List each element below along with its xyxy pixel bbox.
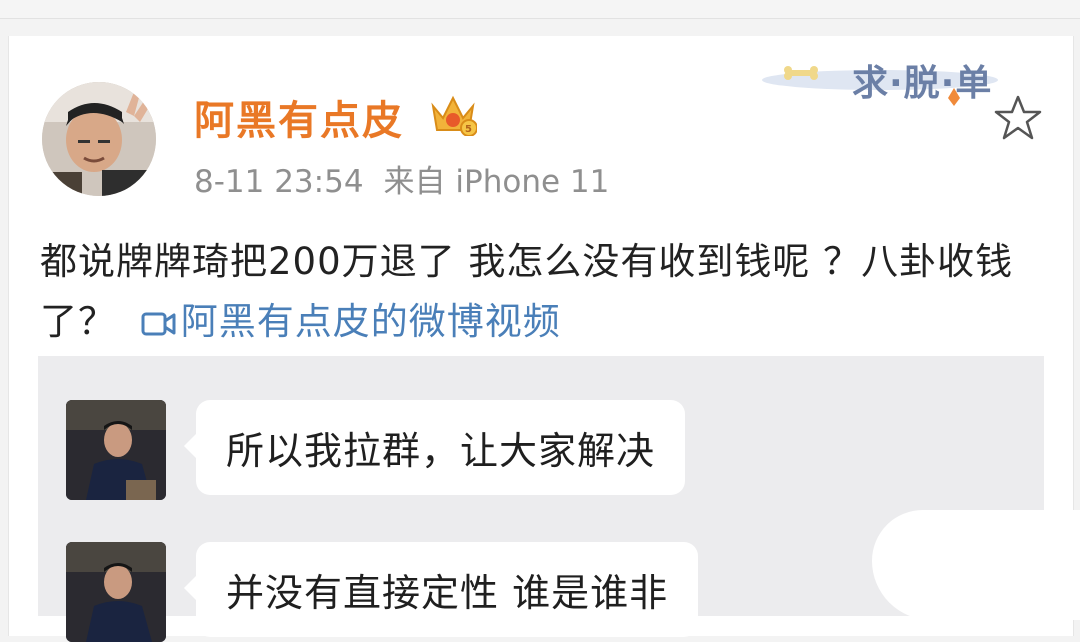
username[interactable]: 阿黑有点皮 [194,88,404,146]
chat-bubble: 所以我拉群，让大家解决 [183,400,686,495]
chat-message: 并没有直接定性 谁是谁非 [226,571,669,615]
top-bar [0,0,1080,19]
video-camera-icon [141,296,177,356]
video-link-label: 阿黑有点皮的微博视频 [180,300,561,343]
post-source: 来自 iPhone 11 [383,164,610,200]
post-body: 都说牌牌琦把200万退了 我怎么没有收到钱呢 ？八卦收钱了？ 阿黑有点皮的微博视… [40,232,1050,356]
video-link[interactable]: 阿黑有点皮的微博视频 [129,300,561,343]
chat-message: 所以我拉群，让大家解决 [226,429,656,473]
chat-avatar [66,542,166,642]
post-meta: 8-11 23:54 来自 iPhone 11 [194,156,609,201]
crown-vip-icon: 5 [429,92,478,137]
post-timestamp: 8-11 23:54 [194,164,364,200]
white-overlay [872,510,1080,620]
favorite-star-icon[interactable] [993,94,1043,142]
chat-bubble: 并没有直接定性 谁是谁非 [183,542,699,637]
badge-text: 求·脱·单 [852,63,993,104]
svg-text:5: 5 [465,124,472,135]
chat-avatar [66,400,166,500]
user-avatar[interactable] [42,82,156,196]
